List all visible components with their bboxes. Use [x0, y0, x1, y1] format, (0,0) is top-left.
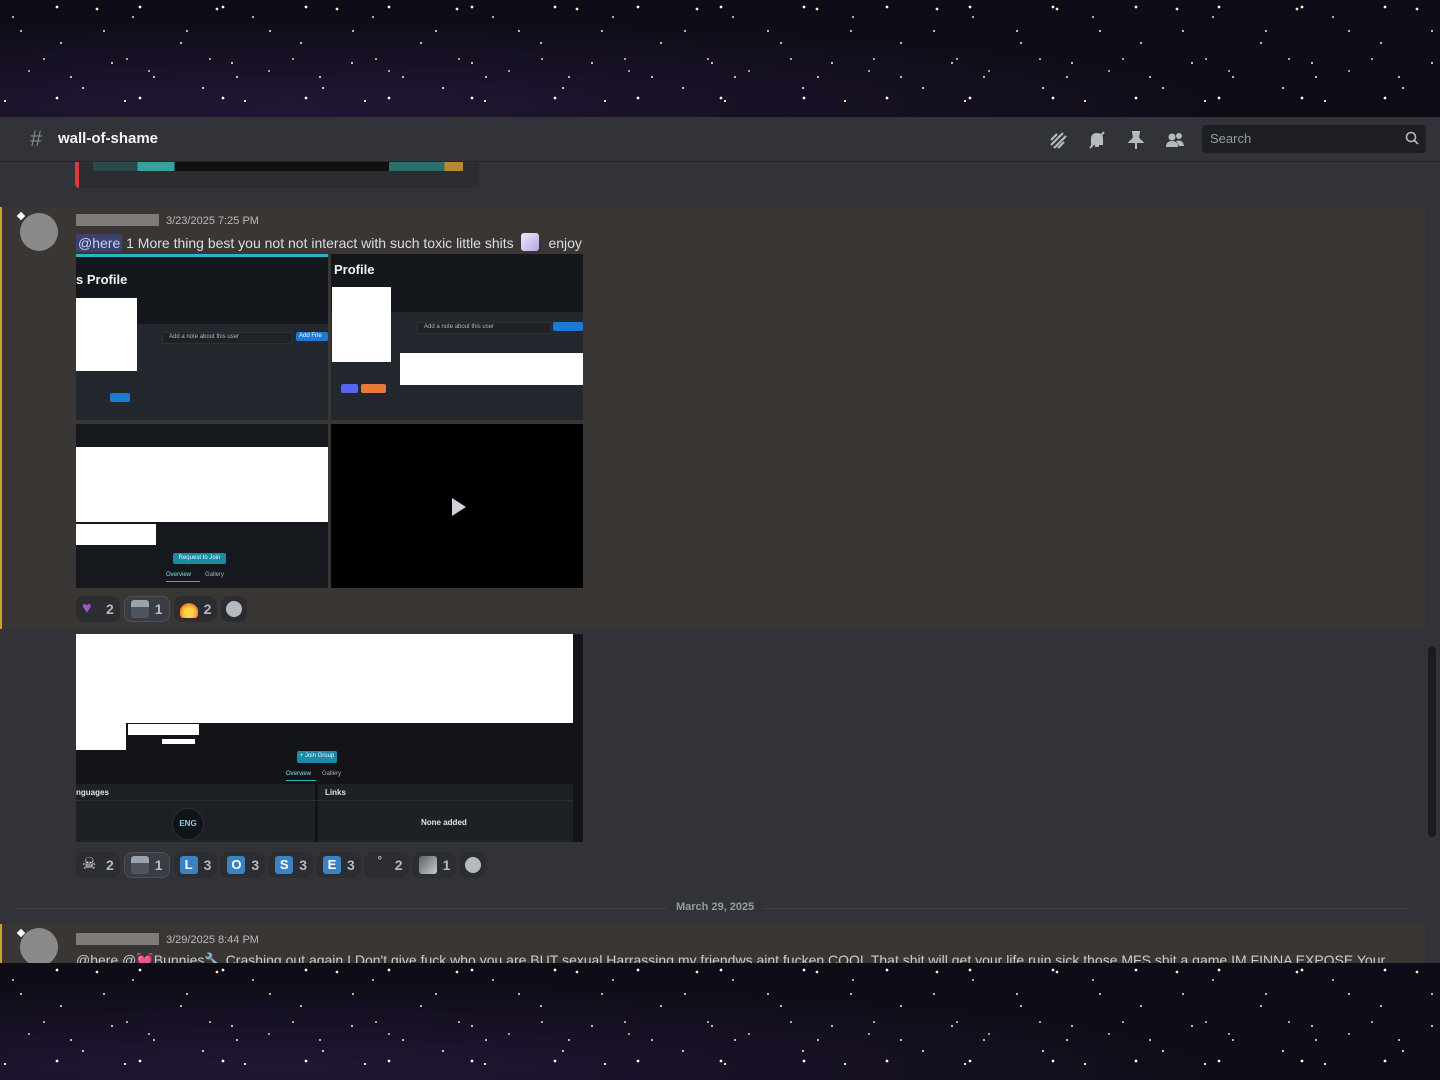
redacted-block: [332, 287, 391, 362]
purple-heart-icon: ♥: [82, 600, 92, 617]
avatar[interactable]: [20, 213, 58, 251]
date-divider-label: March 29, 2025: [668, 901, 763, 913]
redacted-block: [76, 634, 573, 723]
search-placeholder: Search: [1210, 131, 1252, 146]
letter-s-icon: S: [275, 856, 294, 874]
channel-name: wall-of-shame: [58, 130, 159, 147]
redacted-block: [128, 724, 199, 735]
redacted-block: [76, 298, 137, 371]
message-text: @here @💓Bunnies🔧 Crashing out again I Do…: [76, 952, 1386, 963]
custom-emoji-icon: [130, 856, 149, 874]
channel-header: # wall-of-shame Search: [0, 117, 1440, 162]
add-reaction-button[interactable]: [460, 852, 487, 878]
search-icon: [1404, 130, 1420, 146]
attachment-video[interactable]: [331, 424, 583, 588]
username-redacted[interactable]: [76, 933, 159, 945]
reaction-skull[interactable]: ☠ 2: [76, 852, 120, 878]
fire-icon: [179, 600, 198, 618]
profile-title: Profile: [334, 262, 375, 277]
smiley-icon: [226, 601, 243, 617]
avatar[interactable]: [20, 928, 58, 963]
channel-hash-icon: #: [30, 126, 43, 151]
reaction-letter-l[interactable]: L 3: [173, 852, 218, 878]
letter-o-icon: O: [227, 856, 246, 874]
attachment-image-2[interactable]: Profile Add a note about this user: [331, 254, 583, 420]
message-timestamp: 3/29/2025 8:44 PM: [166, 934, 259, 946]
smiley-icon: [465, 857, 482, 873]
attachment-image-3[interactable]: Request to Join Overview Gallery: [76, 424, 328, 588]
letter-l-icon: L: [179, 856, 198, 874]
discord-window: # wall-of-shame Search 3/23/2025 7:25 PM…: [0, 117, 1440, 963]
letter-e-icon: E: [322, 856, 341, 874]
scrollbar-thumb[interactable]: [1428, 647, 1436, 837]
username-redacted[interactable]: [76, 214, 159, 226]
message-trailing-text: enjoy: [548, 235, 582, 251]
search-input[interactable]: Search: [1202, 125, 1426, 153]
reaction-custom-emoji[interactable]: 1: [123, 852, 170, 878]
starfield-background-bottom: [0, 963, 1440, 1080]
reaction-degree[interactable]: ° 2: [364, 852, 409, 878]
redacted-block: [76, 447, 328, 522]
profile-title: s Profile: [76, 272, 128, 287]
attachment-image-1[interactable]: s Profile Add a note about this user Add…: [76, 254, 328, 420]
pin-icon[interactable]: [1125, 129, 1147, 151]
redacted-block: [400, 353, 583, 385]
attachment-image-4[interactable]: + Join Group Overview Gallery nguages Li…: [76, 634, 583, 842]
reaction-fire[interactable]: 2: [173, 596, 218, 622]
reaction-letter-s[interactable]: S 3: [269, 852, 313, 878]
reaction-letter-o[interactable]: O 3: [221, 852, 266, 878]
skull-icon: ☠: [82, 856, 97, 873]
reaction-bar: ♥ 2 1 2: [76, 596, 248, 622]
member-list-icon[interactable]: [1164, 129, 1186, 151]
custom-emoji-icon: [130, 600, 149, 618]
starfield-background-top: [0, 0, 1440, 117]
mute-bell-icon[interactable]: [1086, 129, 1108, 151]
threads-icon[interactable]: [1047, 129, 1069, 151]
message-content: @here 1 More thing best you not not inte…: [76, 233, 582, 252]
reaction-custom-emoji[interactable]: 1: [123, 596, 170, 622]
here-mention[interactable]: @here: [76, 234, 123, 252]
reaction-bar: ☠ 2 1 L 3 O 3 S 3 E 3 ° 2 1: [76, 852, 487, 878]
message-timestamp: 3/23/2025 7:25 PM: [166, 215, 259, 227]
redacted-block: [76, 723, 126, 750]
previous-embed: [75, 162, 479, 188]
redacted-block: [76, 524, 156, 545]
redacted-block: [162, 739, 195, 744]
reaction-purple-heart[interactable]: ♥ 2: [76, 596, 120, 622]
message-text: 1 More thing best you not not interact w…: [126, 235, 514, 251]
custom-emoji-icon: [520, 233, 539, 251]
reaction-custom-emoji-2[interactable]: 1: [412, 852, 457, 878]
degree-icon: °: [377, 855, 382, 867]
add-reaction-button[interactable]: [221, 596, 248, 622]
reaction-letter-e[interactable]: E 3: [316, 852, 361, 878]
custom-emoji-2-icon: [418, 856, 437, 874]
message-list[interactable]: 3/23/2025 7:25 PM @here 1 More thing bes…: [0, 162, 1440, 963]
play-icon[interactable]: [452, 498, 466, 516]
